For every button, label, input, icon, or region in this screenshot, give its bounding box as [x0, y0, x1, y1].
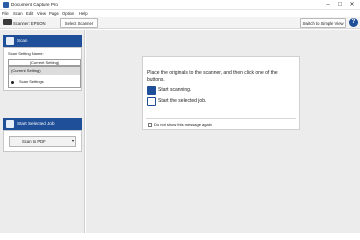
scan-setting-dropdown[interactable]: (Current Setting)	[8, 59, 81, 66]
scan-header[interactable]	[3, 35, 82, 47]
select-scanner-button[interactable]: Select Scanner	[60, 18, 98, 28]
instruction-line-1: Place the originals to the scanner, and …	[147, 70, 278, 76]
option-current-setting[interactable]: (Current Setting)	[9, 67, 80, 75]
scan-icon[interactable]	[147, 86, 156, 95]
instruction-line-2: buttons.	[147, 77, 165, 83]
menu-view[interactable]: View	[37, 11, 46, 16]
menu-edit[interactable]: Edit	[26, 11, 33, 16]
chevron-down-icon: ▾	[72, 138, 75, 143]
dont-show-label: Do not show this message again	[154, 122, 212, 127]
menu-option[interactable]: Option	[62, 11, 74, 16]
start-scanning-text[interactable]: Start scanning.	[158, 88, 191, 93]
scan-setting-name-label: Scan Setting Name:	[8, 51, 44, 56]
window-title: Document Capture Pro	[11, 2, 58, 7]
start-selected-job-text[interactable]: Start the selected job.	[158, 99, 206, 104]
app-icon	[3, 2, 9, 8]
scan-to-pdf-label: Scan to PDF	[22, 138, 46, 144]
option-scan-settings[interactable]: Scan Settings	[9, 78, 80, 86]
job-icon[interactable]	[147, 97, 156, 106]
menu-file[interactable]: File	[2, 11, 9, 16]
scan-icon	[6, 37, 14, 45]
job-icon	[6, 120, 14, 128]
menu-page[interactable]: Page	[49, 11, 59, 16]
divider	[146, 118, 296, 119]
switch-to-simple-view-button[interactable]: Switch to Simple View	[300, 18, 346, 28]
menu-scan[interactable]: Scan	[13, 11, 23, 16]
scanner-label: Scanner: EPSON	[13, 20, 46, 26]
start-selected-job-label: Start Selected Job	[17, 121, 55, 126]
close-button[interactable]: ✕	[346, 1, 358, 9]
scanner-icon	[3, 19, 12, 25]
scan-header-label: Scan	[17, 38, 28, 43]
minimize-button[interactable]: –	[322, 1, 334, 9]
selected-bullet-icon	[11, 80, 14, 84]
help-icon[interactable]: ?	[349, 18, 358, 27]
maximize-button[interactable]: ☐	[334, 1, 346, 9]
dont-show-checkbox[interactable]	[148, 123, 152, 127]
menu-help[interactable]: Help	[79, 11, 88, 16]
